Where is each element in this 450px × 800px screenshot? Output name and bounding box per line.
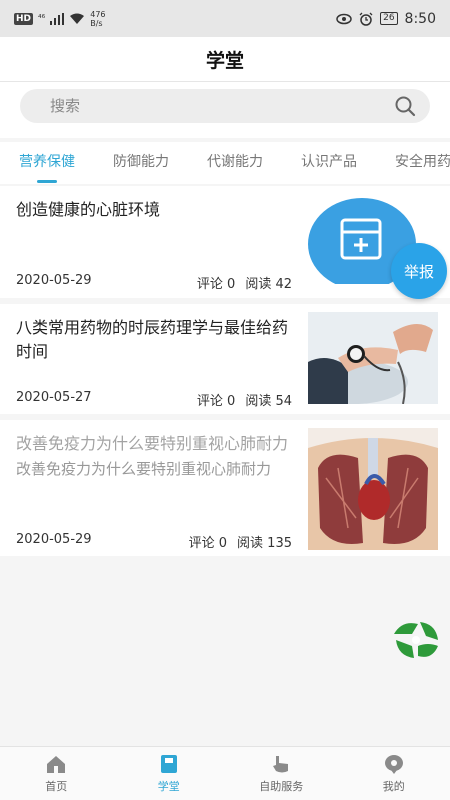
status-bar: HD ⁴⁶ 476 B/s 26 8:50 xyxy=(0,0,450,37)
article-card[interactable]: 创造健康的心脏环境 2020-05-29 评论 0 阅读 42 xyxy=(0,186,450,298)
title-bar: 学堂 xyxy=(0,37,450,82)
article-comments: 评论 0 xyxy=(188,536,228,551)
tabbar-self-service[interactable]: 自助服务 xyxy=(225,747,338,800)
network-type: ⁴⁶ xyxy=(38,13,46,24)
eye-icon xyxy=(336,13,352,24)
article-date: 2020-05-29 xyxy=(16,273,92,288)
profile-icon xyxy=(384,754,403,774)
tab-defense[interactable]: 防御能力 xyxy=(94,142,188,184)
tabbar-label: 自助服务 xyxy=(259,779,304,793)
article-comments: 评论 0 xyxy=(196,394,236,409)
tabbar-home[interactable]: 首页 xyxy=(0,747,113,800)
tabbar-label: 我的 xyxy=(382,779,405,793)
article-reads: 阅读 42 xyxy=(245,277,292,292)
tabbar-label: 首页 xyxy=(45,779,68,793)
tab-medication-safety[interactable]: 安全用药 xyxy=(376,142,450,184)
battery-indicator: 26 xyxy=(380,12,398,25)
article-date: 2020-05-27 xyxy=(16,390,92,405)
search-input[interactable] xyxy=(50,97,394,115)
blood-pressure-photo xyxy=(308,312,438,404)
signal-icon xyxy=(50,12,65,25)
bottom-tab-bar: 首页 学堂 自助服务 我的 xyxy=(0,746,450,800)
hand-icon xyxy=(273,755,289,772)
search-icon[interactable] xyxy=(394,95,416,117)
search-bar[interactable] xyxy=(20,89,430,123)
lungs-illustration xyxy=(308,428,438,550)
tab-products[interactable]: 认识产品 xyxy=(282,142,376,184)
tabbar-label: 学堂 xyxy=(157,779,180,793)
article-card[interactable]: 八类常用药物的时辰药理学与最佳给药时间 2020-05-27 评论 0 阅读 5… xyxy=(0,304,450,414)
wifi-icon xyxy=(70,13,85,24)
network-speed: 476 B/s xyxy=(90,9,106,28)
tabbar-school[interactable]: 学堂 xyxy=(113,747,226,800)
tabbar-profile[interactable]: 我的 xyxy=(338,747,450,800)
report-button[interactable]: 举报 xyxy=(391,243,447,299)
home-icon xyxy=(47,755,66,773)
page-title: 学堂 xyxy=(205,49,244,72)
article-summary: 改善免疫力为什么要特别重视心肺耐力 xyxy=(16,460,272,478)
article-title: 改善免疫力为什么要特别重视心肺耐力 xyxy=(16,434,289,453)
article-title: 创造健康的心脏环境 xyxy=(16,200,161,219)
article-card[interactable]: 改善免疫力为什么要特别重视心肺耐力 改善免疫力为什么要特别重视心肺耐力 2020… xyxy=(0,420,450,556)
article-reads: 阅读 54 xyxy=(245,394,292,409)
tab-nutrition[interactable]: 营养保健 xyxy=(0,142,94,184)
logo-icon[interactable] xyxy=(390,612,442,664)
book-icon xyxy=(160,754,177,773)
article-date: 2020-05-29 xyxy=(16,532,92,547)
clock: 8:50 xyxy=(404,10,436,27)
tab-metabolism[interactable]: 代谢能力 xyxy=(188,142,282,184)
hd-badge: HD xyxy=(14,12,34,25)
search-area xyxy=(0,82,450,138)
article-comments: 评论 0 xyxy=(196,277,236,292)
alarm-icon xyxy=(359,12,373,26)
article-title: 八类常用药物的时辰药理学与最佳给药时间 xyxy=(16,318,289,361)
category-tabs: 营养保健 防御能力 代谢能力 认识产品 安全用药 xyxy=(0,142,450,184)
article-reads: 阅读 135 xyxy=(237,536,292,551)
article-list: 创造健康的心脏环境 2020-05-29 评论 0 阅读 42 八类常用药物的时… xyxy=(0,186,450,562)
